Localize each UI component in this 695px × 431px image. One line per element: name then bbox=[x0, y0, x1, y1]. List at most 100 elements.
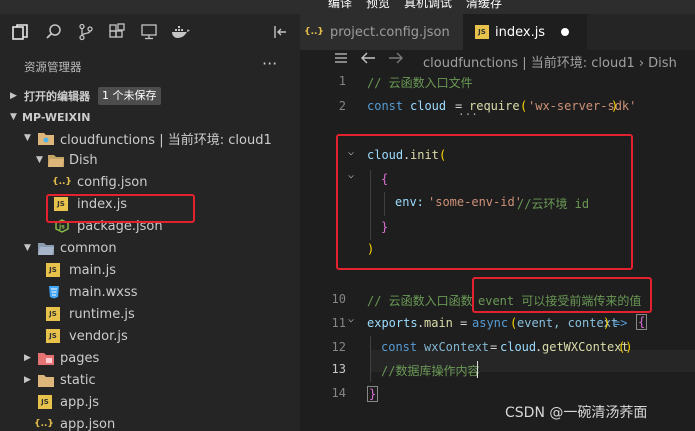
tab-label: project.config.json bbox=[330, 24, 450, 40]
line-number: 1 bbox=[338, 74, 346, 88]
folder-open-icon bbox=[48, 152, 64, 168]
project-label: MP-WEIXIN bbox=[22, 110, 91, 124]
tree-item-label: config.json bbox=[77, 174, 148, 190]
explorer-sidebar: 资源管理器 ··· ▶ 打开的编辑器 1 个未保存 ▼ MP-WEIXIN ▼ … bbox=[0, 50, 300, 431]
code-editor[interactable]: 1 // 云函数入口文件 2 const cloud = require ( '… bbox=[300, 70, 695, 431]
unsaved-badge: 1 个未保存 bbox=[98, 87, 161, 105]
code-paren: () bbox=[618, 340, 633, 354]
breadcrumb[interactable]: cloudfunctions | 当前环境: cloud1 › Dish bbox=[423, 52, 677, 71]
extensions-icon[interactable] bbox=[107, 22, 127, 42]
code-operator: = bbox=[490, 340, 498, 354]
source-control-icon[interactable] bbox=[76, 22, 96, 42]
tree-item-label: main.wxss bbox=[69, 284, 138, 300]
chevron-down-icon: ▼ bbox=[24, 243, 31, 253]
collapse-panel-icon[interactable] bbox=[270, 22, 290, 42]
code-paren: ( bbox=[520, 99, 528, 113]
back-arrow-icon[interactable] bbox=[360, 51, 376, 69]
code-operator: = bbox=[460, 316, 468, 330]
debug-icon[interactable] bbox=[139, 22, 159, 42]
tree-item-vendor-js[interactable]: JS vendor.js bbox=[0, 325, 300, 347]
docker-icon[interactable] bbox=[171, 22, 191, 42]
code-keyword: const bbox=[381, 340, 418, 354]
code-variable: wxContext bbox=[424, 340, 490, 354]
menu-preview[interactable]: 预览 bbox=[366, 0, 390, 11]
menu-compile[interactable]: 编译 bbox=[328, 0, 352, 11]
folder-open-icon bbox=[38, 240, 54, 256]
tab-project-config-json[interactable]: {..} project.config.json bbox=[300, 14, 463, 50]
chevron-right-icon: ▶ bbox=[10, 91, 17, 101]
code-comment: //数据库操作内容 bbox=[381, 364, 480, 378]
tree-item-common[interactable]: ▼ common bbox=[0, 237, 300, 259]
search-icon[interactable] bbox=[44, 22, 64, 42]
tree-item-label: Dish bbox=[69, 152, 98, 168]
tree-item-cloudfunctions[interactable]: ▼ cloudfunctions | 当前环境: cloud1 bbox=[0, 127, 300, 149]
js-file-icon: JS bbox=[46, 263, 60, 277]
chevron-right-icon: ▶ bbox=[24, 353, 31, 363]
tree-item-runtime-js[interactable]: JS runtime.js bbox=[0, 303, 300, 325]
menu-device-debug[interactable]: 真机调试 bbox=[404, 0, 452, 11]
breadcrumb-bar: cloudfunctions | 当前环境: cloud1 › Dish bbox=[300, 50, 695, 71]
code-function: getWXContext bbox=[542, 340, 629, 354]
forward-arrow-icon[interactable] bbox=[388, 51, 404, 69]
code-string: 'wx-server-sdk' bbox=[528, 99, 637, 113]
menu-clear-cache[interactable]: 清缓存 bbox=[466, 0, 502, 11]
open-editors-label: 打开的编辑器 bbox=[24, 90, 90, 103]
unsaved-dot-icon[interactable] bbox=[561, 28, 569, 36]
tree-item-main-js[interactable]: JS main.js bbox=[0, 259, 300, 281]
line-number: 13 bbox=[331, 362, 346, 376]
list-icon[interactable] bbox=[334, 51, 348, 69]
code-paren: ) bbox=[603, 316, 611, 330]
code-keyword: const bbox=[367, 99, 404, 113]
tab-index-js[interactable]: JS index.js bbox=[463, 14, 587, 50]
fold-chevron-icon[interactable]: ⌵ bbox=[348, 314, 354, 325]
highlight-box bbox=[336, 134, 633, 270]
chevron-down-icon: ▼ bbox=[24, 133, 31, 143]
activity-toolbar bbox=[0, 14, 300, 50]
folded-ellipsis[interactable]: ··· bbox=[458, 108, 478, 121]
code-brace-match: { bbox=[636, 314, 648, 330]
js-file-icon: JS bbox=[46, 329, 60, 343]
line-number: 2 bbox=[338, 99, 346, 113]
css-file-icon bbox=[46, 284, 62, 300]
line-number: 12 bbox=[331, 340, 346, 354]
line-number: 10 bbox=[331, 292, 346, 306]
tree-item-app-json[interactable]: {..} app.json bbox=[0, 413, 300, 431]
code-comment: // 云函数入口文件 bbox=[367, 76, 473, 90]
editor-tabs: {..} project.config.json JS index.js bbox=[300, 14, 695, 50]
js-file-icon: JS bbox=[46, 307, 60, 321]
tree-item-label: pages bbox=[60, 350, 100, 366]
chevron-down-icon: ▼ bbox=[36, 155, 43, 165]
cloud-folder-icon bbox=[38, 130, 54, 146]
json-file-icon: {..} bbox=[304, 27, 324, 37]
tab-label: index.js bbox=[495, 24, 546, 40]
tree-item-label: app.json bbox=[60, 416, 116, 431]
code-brace-match: } bbox=[367, 386, 379, 402]
menu-bar: 编译 预览 真机调试 清缓存 bbox=[0, 0, 695, 14]
tree-item-label: cloudfunctions | 当前环境: cloud1 bbox=[60, 132, 272, 148]
code-variable: cloud bbox=[500, 340, 537, 354]
open-editors-section[interactable]: ▶ 打开的编辑器 1 个未保存 bbox=[0, 85, 300, 107]
watermark: CSDN @一碗清汤荞面 bbox=[505, 405, 648, 421]
tree-item-label: vendor.js bbox=[69, 328, 128, 344]
chevron-right-icon: ▶ bbox=[24, 375, 31, 385]
tree-item-label: static bbox=[60, 372, 96, 388]
code-paren: ) bbox=[611, 99, 619, 113]
project-section[interactable]: ▼ MP-WEIXIN bbox=[0, 106, 300, 128]
files-icon[interactable] bbox=[10, 22, 30, 42]
line-number: 14 bbox=[331, 386, 346, 400]
highlight-box bbox=[472, 277, 652, 313]
tree-item-label: app.js bbox=[60, 394, 99, 410]
more-actions-icon[interactable]: ··· bbox=[262, 54, 277, 73]
json-file-icon: {..} bbox=[34, 419, 54, 429]
tree-item-main-wxss[interactable]: main.wxss bbox=[0, 281, 300, 303]
tree-item-dish[interactable]: ▼ Dish bbox=[0, 149, 300, 171]
indent-guide bbox=[370, 336, 371, 382]
highlight-box bbox=[46, 194, 195, 223]
tree-item-static[interactable]: ▶ static bbox=[0, 369, 300, 391]
tree-item-label: runtime.js bbox=[69, 306, 135, 322]
js-file-icon: JS bbox=[38, 395, 52, 409]
code-comment: // 云函数入口函数 bbox=[367, 294, 473, 308]
tree-item-app-js[interactable]: JS app.js bbox=[0, 391, 300, 413]
tree-item-config-json[interactable]: {..} config.json bbox=[0, 171, 300, 193]
tree-item-pages[interactable]: ▶ pages bbox=[0, 347, 300, 369]
